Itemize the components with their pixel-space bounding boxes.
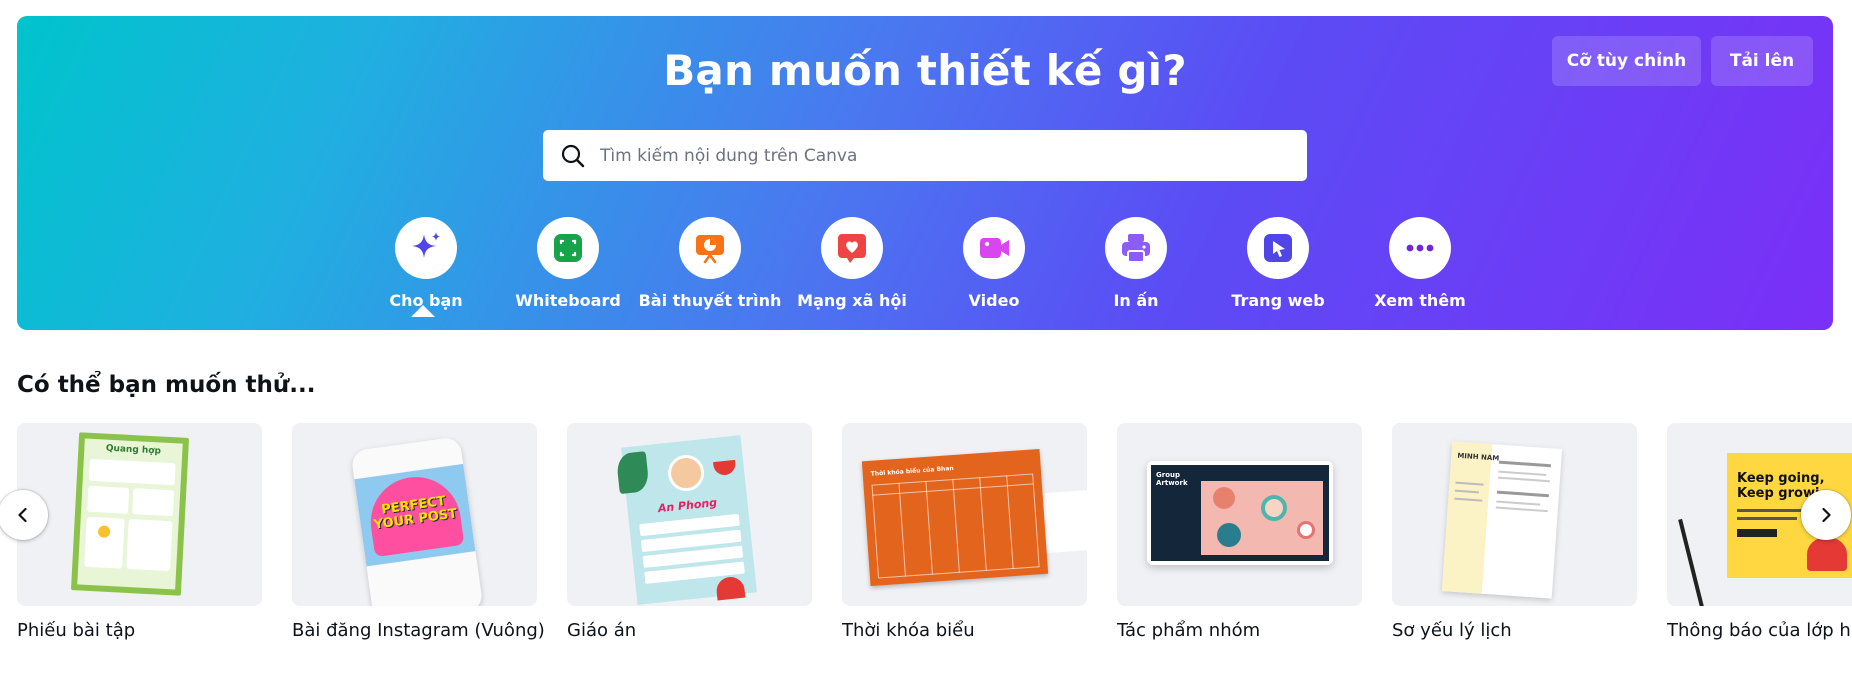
suggestion-carousel: Quang hợp Phiếu bài tập PERFECT YOUR POS… [17, 423, 1852, 653]
suggestion-card-instagram-post[interactable]: PERFECT YOUR POST Bài đăng Instagram (Vu… [292, 423, 545, 641]
thumb-title: Group Artwork [1156, 471, 1188, 487]
category-row: Cho bạn Whiteboard Bài thuyết trình Mạng… [17, 217, 1833, 317]
category-icon-circle [395, 217, 457, 279]
heart-icon [838, 234, 866, 263]
card-label: Thời khóa biểu [842, 620, 975, 641]
thumb-title: Thời khóa biểu của Bhan [870, 464, 954, 478]
search-input[interactable] [600, 130, 1307, 181]
card-thumbnail: Group Artwork [1117, 423, 1362, 606]
card-label: Sơ yếu lý lịch [1392, 620, 1512, 641]
card-label: Bài đăng Instagram (Vuông) [292, 620, 545, 641]
category-icon-circle [1389, 217, 1451, 279]
suggestion-card-lesson-plan[interactable]: An Phong Giáo án [567, 423, 812, 641]
category-label: In ấn [1113, 291, 1159, 310]
suggestion-card-worksheet[interactable]: Quang hợp Phiếu bài tập [17, 423, 262, 641]
category-icon-circle [821, 217, 883, 279]
category-for-you[interactable]: Cho bạn [356, 217, 496, 310]
card-thumbnail: MINH NAM [1392, 423, 1637, 606]
category-icon-circle [537, 217, 599, 279]
card-thumbnail: Quang hợp [17, 423, 262, 606]
printer-icon [1122, 234, 1150, 263]
whiteboard-icon [554, 234, 582, 262]
carousel-next-button[interactable] [1801, 490, 1851, 540]
presentation-icon [696, 235, 724, 264]
category-label: Mạng xã hội [797, 291, 907, 310]
category-label: Trang web [1231, 291, 1325, 310]
suggestion-card-group-artwork[interactable]: Group Artwork Tác phẩm nhóm [1117, 423, 1362, 641]
card-label: Giáo án [567, 620, 637, 641]
category-video[interactable]: Video [924, 217, 1064, 310]
category-website[interactable]: Trang web [1208, 217, 1348, 310]
suggestion-card-timetable[interactable]: Thời khóa biểu của Bhan Thời khóa biểu [842, 423, 1087, 641]
category-icon-circle [1247, 217, 1309, 279]
category-icon-circle [1105, 217, 1167, 279]
sparkle-icon [412, 232, 440, 258]
category-label: Xem thêm [1374, 291, 1466, 310]
video-camera-icon [980, 238, 1009, 258]
hero-banner: Bạn muốn thiết kế gì? Cỡ tùy chỉnh Tải l… [17, 16, 1833, 330]
more-dots-icon [1406, 244, 1434, 252]
search-icon [560, 143, 586, 169]
card-label: Thông báo của lớp h [1667, 620, 1851, 641]
upload-button[interactable]: Tải lên [1711, 36, 1813, 86]
thumb-title: Quang hợp [105, 443, 162, 457]
card-label: Tác phẩm nhóm [1117, 620, 1261, 641]
selected-category-indicator [411, 305, 435, 317]
category-social-media[interactable]: Mạng xã hội [782, 217, 922, 310]
chevron-right-icon [1822, 507, 1831, 523]
category-print[interactable]: In ấn [1066, 217, 1206, 310]
suggestion-card-resume[interactable]: MINH NAM Sơ yếu lý lịch [1392, 423, 1637, 641]
category-label: Video [968, 291, 1020, 310]
category-icon-circle [679, 217, 741, 279]
category-whiteboard[interactable]: Whiteboard [498, 217, 638, 310]
chevron-left-icon [18, 507, 27, 523]
custom-size-button[interactable]: Cỡ tùy chỉnh [1552, 36, 1701, 86]
card-label: Phiếu bài tập [17, 620, 136, 641]
search-bar[interactable] [543, 130, 1307, 181]
category-label: Bài thuyết trình [638, 291, 782, 310]
section-title: Có thể bạn muốn thử... [17, 372, 316, 398]
card-thumbnail: Thời khóa biểu của Bhan [842, 423, 1087, 606]
category-presentation[interactable]: Bài thuyết trình [638, 217, 782, 310]
card-thumbnail: An Phong [567, 423, 812, 606]
category-more[interactable]: Xem thêm [1350, 217, 1490, 310]
carousel-prev-button[interactable] [0, 490, 48, 540]
category-label: Whiteboard [515, 291, 621, 310]
card-thumbnail: PERFECT YOUR POST [292, 423, 537, 606]
category-icon-circle [963, 217, 1025, 279]
web-cursor-icon [1264, 234, 1292, 262]
